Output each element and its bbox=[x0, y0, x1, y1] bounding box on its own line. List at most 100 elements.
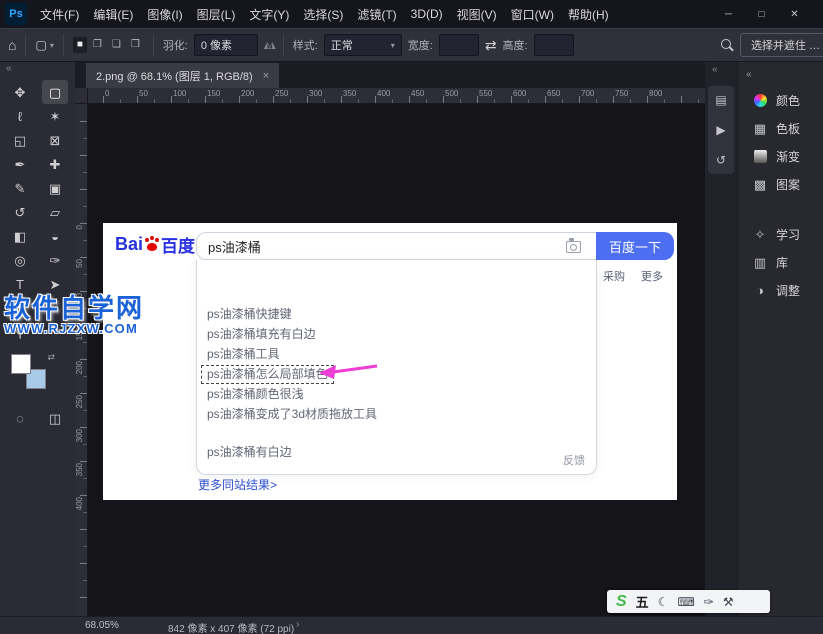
panel-item-learn[interactable]: ✧学习 bbox=[738, 220, 823, 248]
quick-mask-button[interactable]: ◌ bbox=[7, 406, 33, 430]
screen-mode-button[interactable]: ◫ bbox=[42, 406, 68, 430]
ime-toolbar[interactable]: S 五 ☾ ⌨ ✑ ⚒ bbox=[607, 590, 770, 613]
watermark-title: 软件自学网 bbox=[4, 294, 144, 322]
half-moon-icon[interactable]: ☾ bbox=[658, 596, 669, 608]
actions-panel-icon[interactable]: ▶ bbox=[709, 119, 733, 141]
style-label: 样式: bbox=[293, 37, 318, 53]
lasso-tool[interactable]: ℓ bbox=[7, 104, 33, 128]
panel-item-libraries[interactable]: ▥库 bbox=[738, 248, 823, 276]
panel-item-swatches[interactable]: ▦色板 bbox=[738, 114, 823, 142]
close-button[interactable]: ✕ bbox=[778, 0, 811, 28]
crop-tool[interactable]: ◱ bbox=[7, 128, 33, 152]
subtract-from-selection-mode[interactable]: ❏ bbox=[108, 37, 125, 53]
minimize-button[interactable]: ─ bbox=[712, 0, 745, 28]
panel-item-gradients[interactable]: 渐变 bbox=[738, 142, 823, 170]
gradient-tool[interactable]: ◧ bbox=[7, 224, 33, 248]
clone-stamp-tool[interactable]: ▣ bbox=[42, 176, 68, 200]
history-brush-tool[interactable]: ↺ bbox=[7, 200, 33, 224]
collapse-panels-icon[interactable]: « bbox=[746, 69, 752, 80]
menu-item-7[interactable]: 3D(D) bbox=[404, 0, 450, 28]
sogou-logo-icon[interactable]: S bbox=[616, 594, 627, 610]
swap-dimensions-icon[interactable]: ⇄ bbox=[485, 38, 497, 52]
select-and-mask-button[interactable]: 选择并遮住 … bbox=[740, 33, 823, 57]
feedback-link[interactable]: 反馈 bbox=[563, 452, 585, 468]
baidu-search-button[interactable]: 百度一下 bbox=[596, 232, 674, 260]
panel-item-colors[interactable]: 颜色 bbox=[738, 86, 823, 114]
eraser-tool[interactable]: ▱ bbox=[42, 200, 68, 224]
suggestion-item[interactable]: ps油漆桶快捷键 bbox=[207, 304, 596, 324]
brush-tool[interactable]: ✎ bbox=[7, 176, 33, 200]
more-results-link[interactable]: 更多同站结果> bbox=[198, 476, 277, 493]
anti-alias-icon[interactable]: ◭◮ bbox=[264, 41, 274, 50]
dodge-tool[interactable]: ◎ bbox=[7, 248, 33, 272]
baidu-top-link-0[interactable]: 采购 bbox=[603, 268, 625, 284]
suggestion-item[interactable]: ps油漆桶怎么局部填色 bbox=[207, 364, 596, 384]
suggestion-item[interactable]: ps油漆桶变成了3d材质拖放工具 bbox=[207, 404, 596, 424]
move-tool[interactable]: ✥ bbox=[7, 80, 33, 104]
rectangular-marquee-tool[interactable]: ▢ bbox=[42, 80, 68, 104]
swap-colors-icon[interactable]: ⇄ bbox=[47, 352, 55, 363]
search-icon[interactable] bbox=[720, 38, 734, 52]
zoom-level[interactable]: 68.05% bbox=[85, 620, 119, 631]
menu-item-8[interactable]: 视图(V) bbox=[450, 0, 504, 28]
ruler-tick bbox=[341, 96, 342, 103]
add-to-selection-mode[interactable]: ❐ bbox=[89, 37, 106, 53]
menu-item-1[interactable]: 编辑(E) bbox=[86, 0, 140, 28]
ime-icons: ☾ ⌨ ✑ ⚒ bbox=[658, 596, 734, 608]
collapse-toolbar-icon[interactable]: « bbox=[0, 62, 75, 76]
pen-tool[interactable]: ✑ bbox=[42, 248, 68, 272]
eyedropper-tool[interactable]: ✒ bbox=[7, 152, 33, 176]
document-tab[interactable]: 2.png @ 68.1% (图层 1, RGB/8) × bbox=[86, 63, 279, 88]
healing-brush-tool[interactable]: ✚ bbox=[42, 152, 68, 176]
camera-icon[interactable] bbox=[566, 241, 581, 253]
blur-tool[interactable]: ◒ bbox=[42, 224, 68, 248]
menu-item-0[interactable]: 文件(F) bbox=[33, 0, 86, 28]
menu-item-6[interactable]: 滤镜(T) bbox=[350, 0, 403, 28]
ruler-tick bbox=[562, 99, 563, 103]
pen-icon[interactable]: ✑ bbox=[704, 596, 714, 608]
ruler-label: 0 bbox=[75, 225, 84, 229]
menu-item-4[interactable]: 文字(Y) bbox=[242, 0, 296, 28]
status-chevron-icon[interactable]: › bbox=[296, 619, 299, 630]
properties-panel-icon[interactable]: ▤ bbox=[709, 89, 733, 111]
frame-tool[interactable]: ⊠ bbox=[42, 128, 68, 152]
keyboard-icon[interactable]: ⌨ bbox=[677, 596, 694, 608]
tab-close-icon[interactable]: × bbox=[263, 70, 269, 82]
suggestion-item[interactable]: ps油漆桶颜色很浅 bbox=[207, 384, 596, 404]
menu-item-5[interactable]: 选择(S) bbox=[296, 0, 350, 28]
ime-mode-label[interactable]: 五 bbox=[636, 592, 649, 611]
history-panel-icon[interactable]: ↺ bbox=[709, 149, 733, 171]
new-selection-mode[interactable]: ■ bbox=[73, 37, 87, 53]
panel-item-patterns[interactable]: ▩图案 bbox=[738, 170, 823, 198]
maximize-button[interactable]: □ bbox=[745, 0, 778, 28]
highlighted-suggestion[interactable]: ps油漆桶怎么局部填色 bbox=[201, 365, 334, 384]
home-icon[interactable]: ⌂ bbox=[8, 38, 16, 52]
intersect-selection-mode[interactable]: ❒ bbox=[127, 37, 144, 53]
foreground-color[interactable] bbox=[11, 354, 31, 374]
height-label: 高度: bbox=[503, 37, 528, 53]
menu-item-9[interactable]: 窗口(W) bbox=[504, 0, 561, 28]
menu-item-3[interactable]: 图层(L) bbox=[190, 0, 243, 28]
menu-item-10[interactable]: 帮助(H) bbox=[561, 0, 616, 28]
panel-dock: « 颜色▦色板渐变▩图案 ✧学习▥库◑调整 bbox=[737, 62, 823, 616]
style-select[interactable]: 正常 ▾ bbox=[324, 34, 402, 56]
object-selection-tool[interactable]: ✶ bbox=[42, 104, 68, 128]
canvas-area[interactable]: Bai 百度 百度一下 采购更多 ps油漆桶快捷键ps油漆桶填充有白边ps油漆桶… bbox=[88, 104, 705, 616]
toolbox-icon[interactable]: ⚒ bbox=[723, 596, 734, 608]
baidu-search-input[interactable] bbox=[196, 232, 596, 260]
height-input[interactable] bbox=[534, 34, 574, 56]
document-image[interactable]: Bai 百度 百度一下 采购更多 ps油漆桶快捷键ps油漆桶填充有白边ps油漆桶… bbox=[103, 223, 677, 500]
suggestion-item[interactable]: ps油漆桶填充有白边 bbox=[207, 324, 596, 344]
width-input[interactable] bbox=[439, 34, 479, 56]
feather-input[interactable]: 0 像素 bbox=[194, 34, 258, 56]
ruler-label: 250 bbox=[75, 395, 84, 408]
baidu-top-link-1[interactable]: 更多 bbox=[641, 268, 663, 284]
menu-item-2[interactable]: 图像(I) bbox=[140, 0, 189, 28]
tool-preset-picker[interactable]: ▢ ▾ bbox=[35, 38, 53, 52]
ruler-tick bbox=[83, 410, 87, 411]
expand-panels-icon[interactable]: « bbox=[705, 62, 737, 78]
suggestion-item[interactable]: ps油漆桶工具 bbox=[207, 344, 596, 364]
ruler-tick bbox=[83, 580, 87, 581]
suggestion-item[interactable]: ps油漆桶有白边 bbox=[207, 442, 596, 462]
panel-item-adjustments[interactable]: ◑调整 bbox=[738, 276, 823, 304]
